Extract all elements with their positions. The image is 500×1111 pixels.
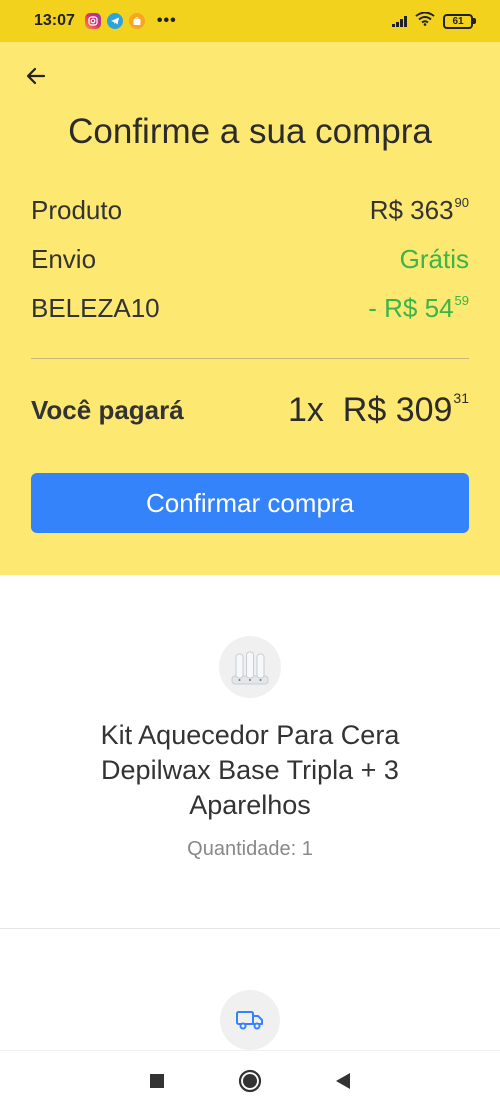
coupon-label: BELEZA10	[31, 293, 160, 323]
coupon-discount: - R$ 5459	[368, 293, 469, 323]
more-notifications-icon: •••	[156, 12, 177, 29]
shopee-icon	[128, 13, 145, 29]
arrow-left-icon	[26, 67, 46, 85]
product-quantity: Quantidade: 1	[187, 838, 313, 860]
recent-apps-button[interactable]	[141, 1065, 173, 1097]
status-time: 13:07	[34, 12, 75, 29]
total-amount: 1x R$ 30931	[287, 390, 469, 429]
status-bar: 13:07 ••• 61	[0, 0, 500, 42]
total-row: Você pagará 1x R$ 30931	[31, 390, 469, 430]
instagram-icon	[84, 13, 101, 29]
home-button[interactable]	[234, 1065, 266, 1097]
product-amount: R$ 36390	[369, 195, 469, 225]
signal-icon	[392, 15, 407, 27]
shipping-value: Grátis	[399, 244, 469, 274]
wifi-icon	[415, 11, 435, 31]
product-price-row: Produto R$ 36390	[31, 195, 469, 226]
notification-icons: •••	[84, 12, 177, 30]
shipping-label: Envio	[31, 244, 97, 274]
coupon-row: BELEZA10 - R$ 5459	[31, 293, 469, 324]
system-back-button[interactable]	[327, 1065, 359, 1097]
summary-divider	[31, 358, 469, 359]
shipping-row: Envio Grátis	[31, 244, 469, 275]
total-label: Você pagará	[31, 394, 184, 425]
shipping-section-icon	[220, 990, 280, 1050]
section-divider	[0, 928, 500, 929]
triangle-back-icon	[336, 1073, 351, 1089]
purchase-summary-panel: Confirme a sua compra Produto R$ 36390 E…	[0, 42, 500, 575]
confirm-purchase-button[interactable]: Confirmar compra	[31, 473, 469, 533]
product-image	[219, 636, 281, 698]
square-icon	[149, 1074, 164, 1088]
truck-icon	[236, 1011, 263, 1030]
back-button[interactable]	[22, 62, 50, 90]
telegram-icon	[106, 13, 123, 29]
battery-level: 61	[443, 13, 473, 29]
battery-icon: 61	[443, 13, 476, 29]
system-nav-bar	[0, 1050, 500, 1111]
product-name: Kit Aquecedor Para Cera Depilwax Base Tr…	[100, 720, 400, 820]
circle-icon	[238, 1069, 262, 1093]
product-label: Produto	[31, 195, 123, 225]
system-icons: 61	[392, 11, 476, 31]
page-title: Confirme a sua compra	[68, 112, 432, 151]
